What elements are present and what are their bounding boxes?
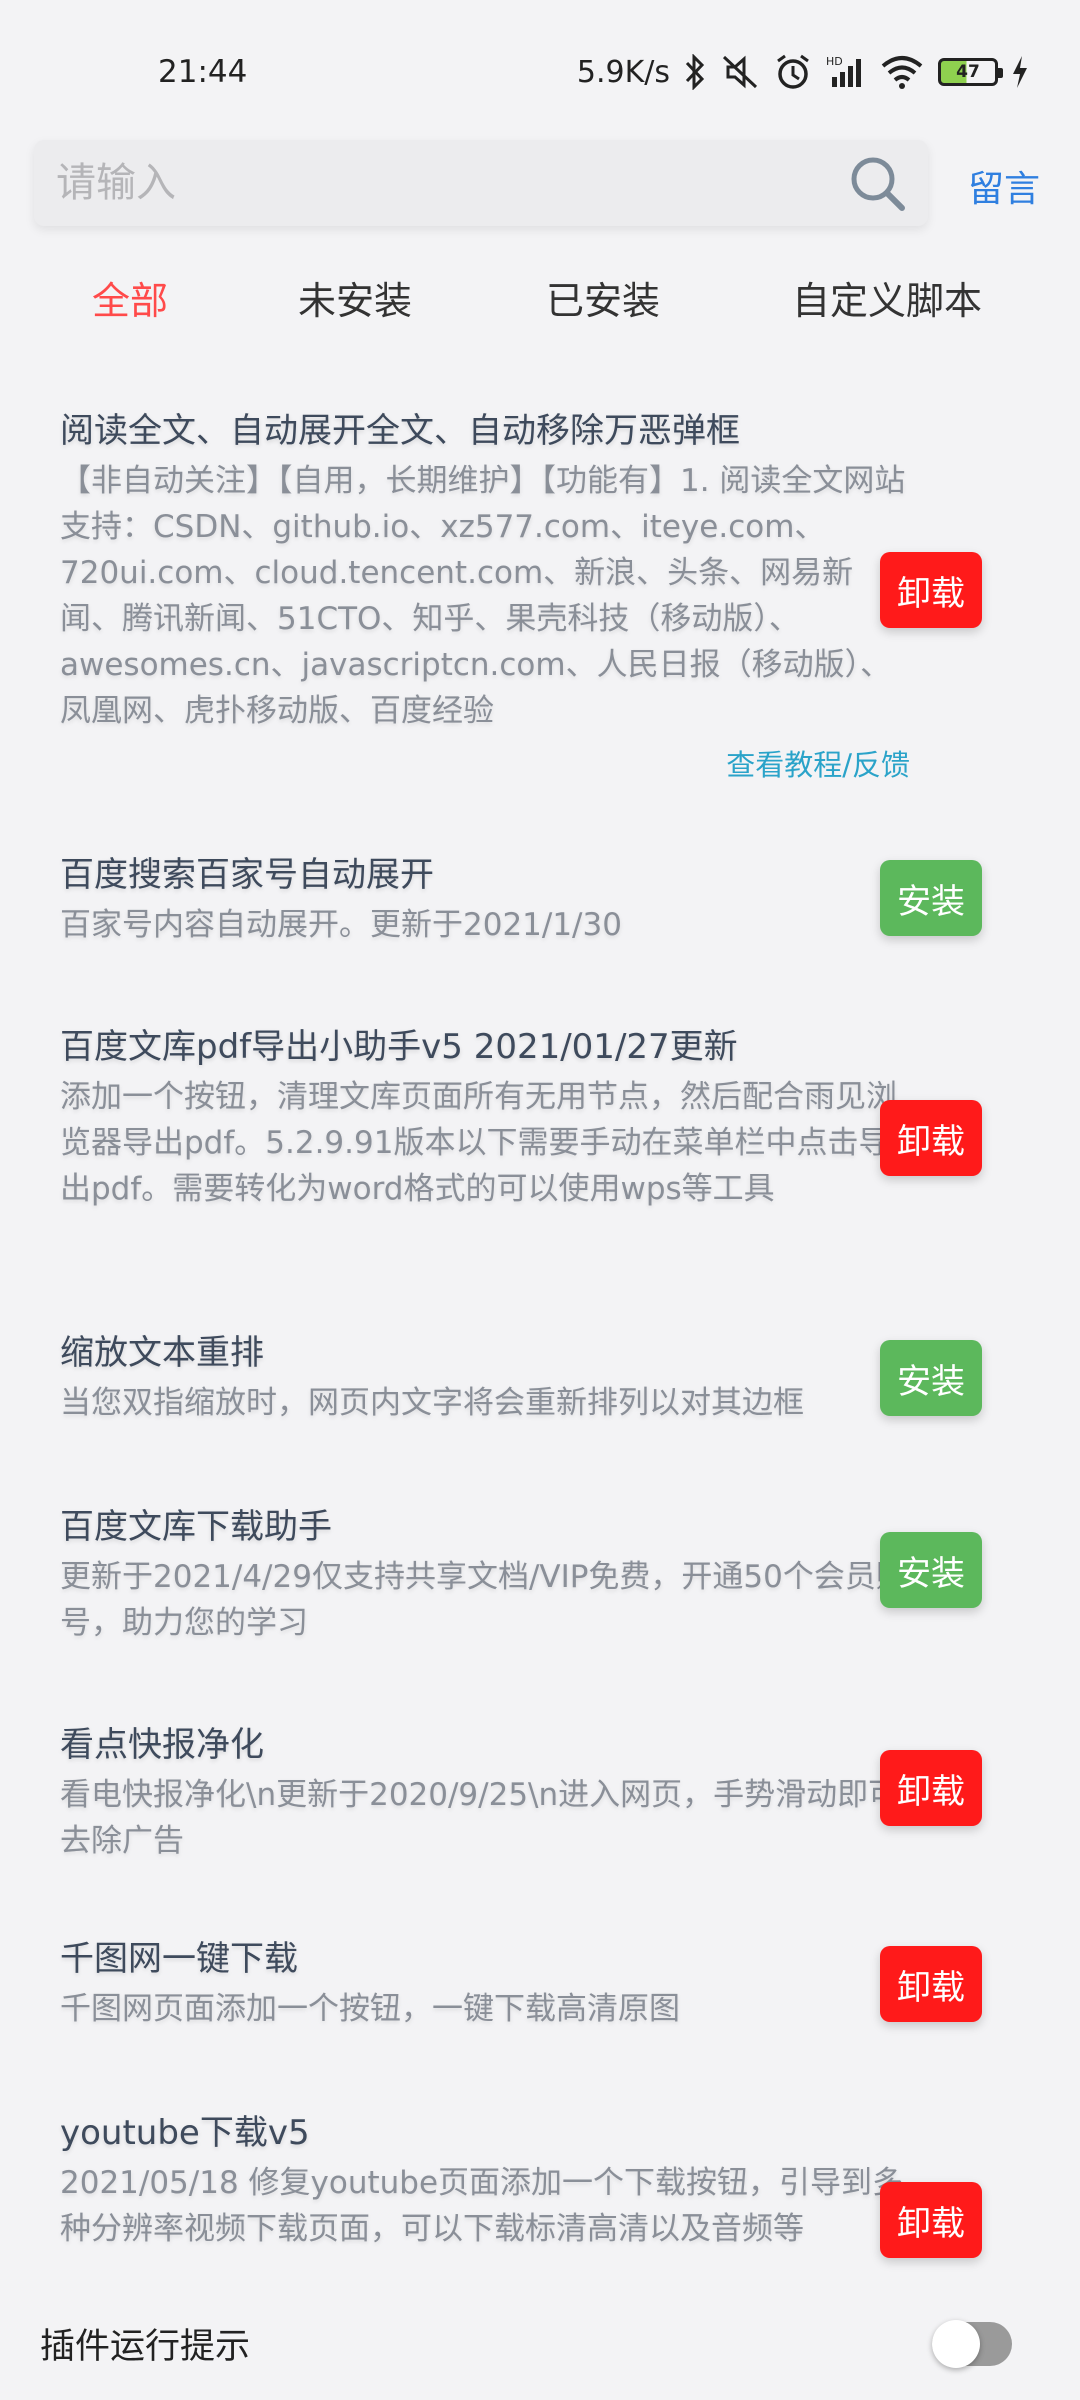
item-description: 更新于2021/4/29仅支持共享文档/VIP免费，开通50个会员账号，助力您的… <box>60 1559 907 1641</box>
tab-custom-script[interactable]: 自定义脚本 <box>792 270 982 325</box>
status-icons: 5.9K/s HD 47 <box>577 50 1028 94</box>
item-description: 千图网页面添加一个按钮，一键下载高清原图 <box>60 1991 680 2027</box>
filter-tabs: 全部 未安装 已安装 自定义脚本 <box>0 270 1080 332</box>
list-item: 阅读全文、自动展开全文、自动移除万恶弹框 【非自动关注】【自用，长期维护】【功能… <box>60 408 1020 782</box>
item-description: 添加一个按钮，清理文库页面所有无用节点，然后配合雨见浏览器导出pdf。5.2.9… <box>60 1079 897 1207</box>
status-time: 21:44 <box>158 54 248 90</box>
uninstall-button[interactable]: 卸载 <box>880 1750 982 1826</box>
item-description: 【非自动关注】【自用，长期维护】【功能有】1. 阅读全文网站支持：CSDN、gi… <box>60 463 906 729</box>
net-speed: 5.9K/s <box>576 54 670 90</box>
tab-installed[interactable]: 已安装 <box>546 270 660 325</box>
wifi-icon <box>880 54 924 90</box>
list-item: 百度文库下载助手 更新于2021/4/29仅支持共享文档/VIP免费，开通50个… <box>60 1504 1020 1646</box>
search-box[interactable] <box>34 140 928 226</box>
alarm-icon <box>774 53 812 91</box>
uninstall-button[interactable]: 卸载 <box>880 1946 982 2022</box>
item-title: 百度文库pdf导出小助手v5 2021/01/27更新 <box>60 1027 738 1067</box>
list-item: 看点快报净化 看电快报净化\n更新于2020/9/25\n进入网页，手势滑动即可… <box>60 1722 1020 1864</box>
search-row <box>0 140 1080 230</box>
status-bar: 21:44 5.9K/s HD 47 <box>0 0 1080 150</box>
install-button[interactable]: 安装 <box>880 1340 982 1416</box>
script-list: 阅读全文、自动展开全文、自动移除万恶弹框 【非自动关注】【自用，长期维护】【功能… <box>0 400 1080 2300</box>
plugin-run-hint-toggle[interactable] <box>932 2320 1012 2368</box>
toggle-knob <box>932 2320 980 2368</box>
uninstall-button[interactable]: 卸载 <box>880 1100 982 1176</box>
item-description: 看电快报净化\n更新于2020/9/25\n进入网页，手势滑动即可去除广告 <box>60 1777 900 1859</box>
search-input[interactable] <box>56 150 836 216</box>
uninstall-button[interactable]: 卸载 <box>880 552 982 628</box>
item-title: 缩放文本重排 <box>60 1333 264 1373</box>
bottom-bar: 插件运行提示 <box>0 2300 1080 2400</box>
battery-icon: 47 <box>938 58 1003 86</box>
leave-message-button[interactable]: 留言 <box>968 160 1040 212</box>
item-description: 百家号内容自动展开。更新于2021/1/30 <box>60 907 622 943</box>
list-item: 百度文库pdf导出小助手v5 2021/01/27更新 添加一个按钮，清理文库页… <box>60 1024 1020 1212</box>
svg-text:HD: HD <box>826 55 843 68</box>
item-title: 千图网一键下载 <box>60 1939 298 1979</box>
search-icon[interactable] <box>844 150 910 216</box>
item-description: 2021/05/18 修复youtube页面添加一个下载按钮，引导到多种分辨率视… <box>60 2165 904 2247</box>
tutorial-feedback-link[interactable]: 查看教程/反馈 <box>726 742 910 784</box>
item-title: 看点快报净化 <box>60 1725 264 1765</box>
item-description: 当您双指缩放时，网页内文字将会重新排列以对其边框 <box>60 1385 804 1421</box>
plugin-run-hint-label: 插件运行提示 <box>40 2327 251 2367</box>
mute-icon <box>720 53 760 91</box>
list-item: 缩放文本重排 当您双指缩放时，网页内文字将会重新排列以对其边框 <box>60 1330 1020 1426</box>
bluetooth-icon <box>684 54 706 90</box>
tab-not-installed[interactable]: 未安装 <box>298 270 412 325</box>
charging-icon <box>1012 56 1028 88</box>
battery-level: 47 <box>956 62 980 82</box>
item-title: 百度搜索百家号自动展开 <box>60 855 434 895</box>
signal-icon: HD <box>826 53 866 91</box>
list-item: 百度搜索百家号自动展开 百家号内容自动展开。更新于2021/1/30 <box>60 852 1020 948</box>
install-button[interactable]: 安装 <box>880 1532 982 1608</box>
list-item: youtube下载v5 2021/05/18 修复youtube页面添加一个下载… <box>60 2110 1020 2252</box>
item-title: 百度文库下载助手 <box>60 1507 332 1547</box>
uninstall-button[interactable]: 卸载 <box>880 2182 982 2258</box>
list-item: 千图网一键下载 千图网页面添加一个按钮，一键下载高清原图 <box>60 1936 1020 2032</box>
item-title: 阅读全文、自动展开全文、自动移除万恶弹框 <box>60 411 740 451</box>
tab-all[interactable]: 全部 <box>92 270 168 325</box>
install-button[interactable]: 安装 <box>880 860 982 936</box>
item-title: youtube下载v5 <box>60 2113 310 2153</box>
